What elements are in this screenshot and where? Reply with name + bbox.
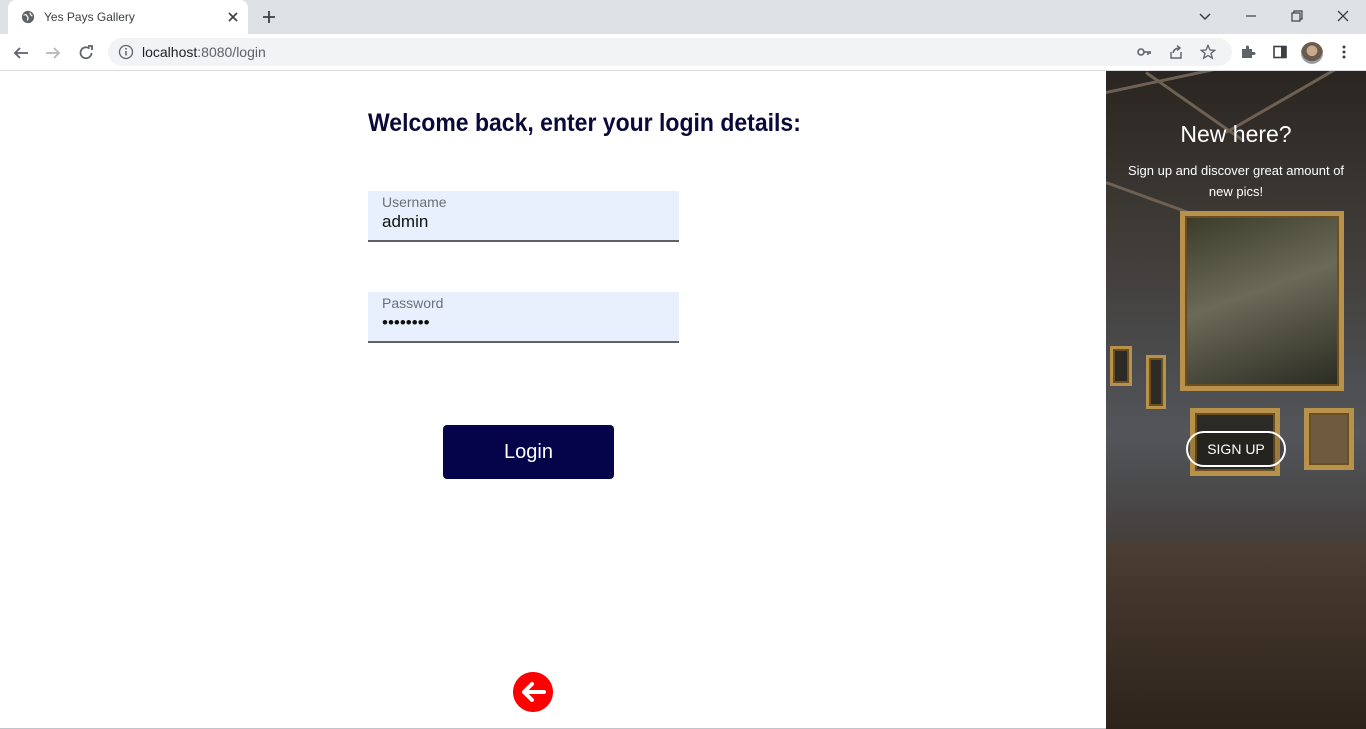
reload-icon[interactable] xyxy=(77,44,95,62)
painting-frame xyxy=(1110,346,1132,386)
address-bar[interactable]: localhost:8080/login xyxy=(108,38,1232,66)
signup-description: Sign up and discover great amount of new… xyxy=(1127,163,1345,199)
signup-button[interactable]: SIGN UP xyxy=(1186,431,1286,467)
signup-panel: New here? Sign up and discover great amo… xyxy=(1106,71,1366,729)
painting-frame xyxy=(1304,408,1354,470)
browser-tab-bar: Yes Pays Gallery xyxy=(0,0,1366,34)
login-heading: Welcome back, enter your login details: xyxy=(368,109,801,137)
restore-icon[interactable] xyxy=(1289,8,1305,24)
close-window-icon[interactable] xyxy=(1335,8,1351,24)
password-field[interactable]: Password xyxy=(368,292,679,343)
forward-arrow-icon[interactable] xyxy=(44,44,62,62)
painting-frame xyxy=(1180,211,1344,391)
info-icon[interactable] xyxy=(118,44,134,60)
share-icon[interactable] xyxy=(1168,44,1184,60)
browser-toolbar: localhost:8080/login xyxy=(0,34,1366,71)
gallery-floor xyxy=(1106,541,1366,729)
minimize-icon[interactable] xyxy=(1243,8,1259,24)
tab-title: Yes Pays Gallery xyxy=(44,10,135,24)
login-page: Welcome back, enter your login details: … xyxy=(0,71,1366,729)
signup-title: New here? xyxy=(1180,121,1292,147)
extensions-puzzle-icon[interactable] xyxy=(1240,44,1256,60)
key-icon[interactable] xyxy=(1136,44,1152,60)
new-tab-icon[interactable] xyxy=(261,9,277,25)
url-host: localhost xyxy=(142,44,198,60)
url-text: localhost:8080/login xyxy=(142,44,266,60)
login-button[interactable]: Login xyxy=(443,425,614,479)
back-arrow-icon[interactable] xyxy=(12,44,30,62)
password-input[interactable] xyxy=(382,313,662,333)
back-arrow-icon[interactable] xyxy=(513,672,553,712)
painting-frame xyxy=(1146,355,1166,409)
profile-avatar[interactable] xyxy=(1301,42,1323,64)
username-input[interactable] xyxy=(382,212,662,232)
tab-search-chevron-icon[interactable] xyxy=(1197,8,1213,24)
more-menu-icon[interactable] xyxy=(1336,44,1352,60)
username-field[interactable]: Username xyxy=(368,191,679,242)
side-panel-icon[interactable] xyxy=(1272,44,1288,60)
ceiling-beam xyxy=(1106,71,1322,94)
globe-icon xyxy=(21,10,35,24)
close-tab-icon[interactable] xyxy=(225,9,241,25)
bookmark-star-icon[interactable] xyxy=(1200,44,1216,60)
url-path: :8080/login xyxy=(197,44,266,60)
browser-tab[interactable]: Yes Pays Gallery xyxy=(8,0,248,34)
username-label: Username xyxy=(382,194,447,210)
password-label: Password xyxy=(382,295,444,311)
